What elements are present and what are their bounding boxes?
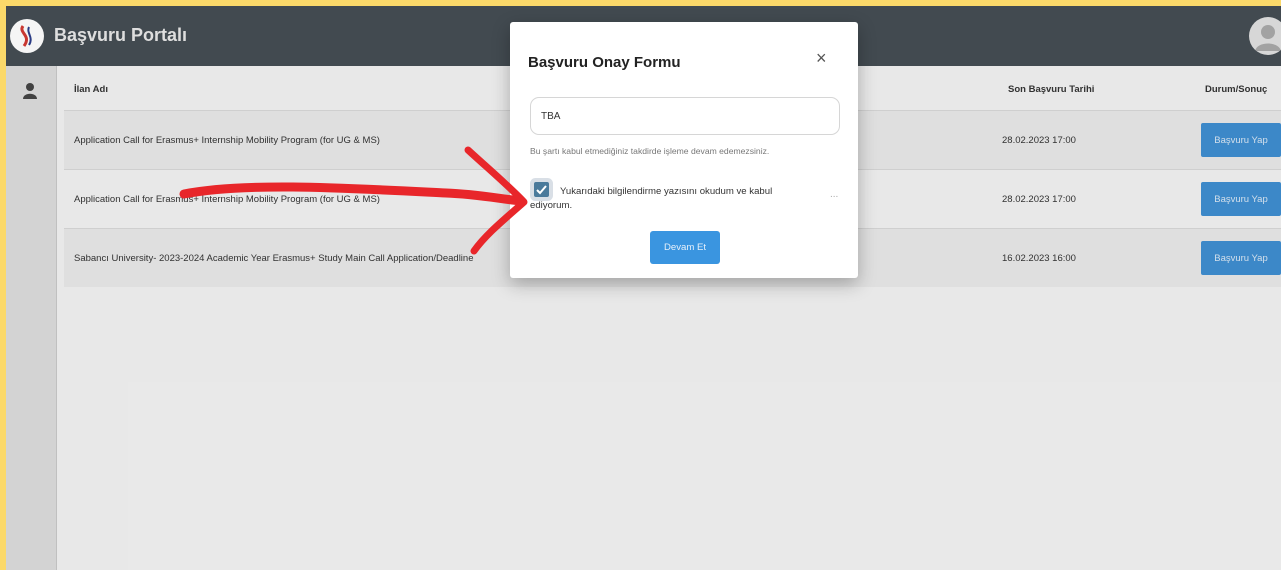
continue-button[interactable]: Devam Et: [650, 231, 720, 264]
more-dots: ...: [830, 189, 839, 200]
app-window: Başvuru Portalı İlan Adı Son Başvuru Tar…: [6, 6, 1281, 570]
close-icon[interactable]: ×: [816, 48, 827, 69]
accept-checkbox-label[interactable]: Yukarıdaki bilgilendirme yazısını okudum…: [530, 185, 800, 213]
modal-title: Başvuru Onay Formu: [528, 54, 681, 71]
confirmation-text-field[interactable]: [530, 97, 840, 135]
modal-hint-text: Bu şartı kabul etmediğiniz takdirde işle…: [530, 146, 770, 156]
confirmation-modal: Başvuru Onay Formu × Bu şartı kabul etme…: [510, 22, 858, 278]
